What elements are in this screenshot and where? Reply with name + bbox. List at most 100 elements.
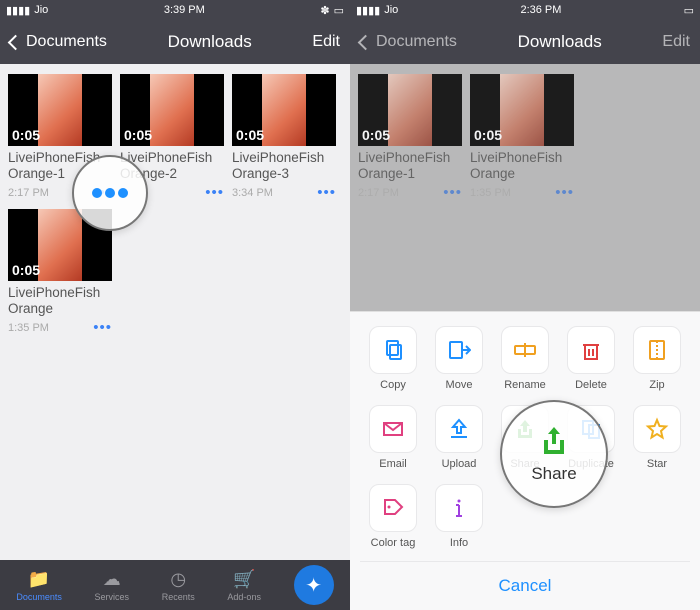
file-thumbnail: 0:05	[232, 74, 336, 146]
compass-button[interactable]: ✦	[294, 565, 334, 605]
file-name-label: LiveiPhoneFish Orange-1	[358, 150, 462, 182]
tab-label: Add-ons	[227, 592, 261, 602]
file-more-button[interactable]: •••	[317, 184, 336, 201]
duration-label: 0:05	[12, 127, 40, 143]
tab-recents[interactable]: ◷ Recents	[162, 569, 195, 602]
clock-label: 2:36 PM	[520, 4, 561, 16]
tab-services[interactable]: ☁ Services	[95, 569, 130, 602]
file-time-label: 2:17 PM	[8, 187, 49, 199]
action-label: Move	[446, 379, 473, 391]
action-info[interactable]: Info	[435, 484, 483, 549]
tab-label: Services	[95, 592, 130, 602]
file-thumbnail: 0:05	[358, 74, 462, 146]
action-label: Copy	[380, 379, 406, 391]
carrier-label: Jio	[34, 4, 48, 16]
action-label: Email	[379, 458, 407, 470]
file-card[interactable]: 0:05 LiveiPhoneFish Orange-3 3:34 PM•••	[232, 74, 336, 201]
action-rename[interactable]: Rename	[501, 326, 549, 391]
folder-icon: 📁	[28, 569, 50, 590]
delete-icon	[567, 326, 615, 374]
back-button[interactable]: Documents	[10, 33, 107, 51]
file-time-label: 2:17 PM	[358, 187, 399, 199]
file-time-label: 1:35 PM	[8, 322, 49, 334]
tab-addons[interactable]: 🛒 Add-ons	[227, 569, 261, 602]
tab-label: Recents	[162, 592, 195, 602]
upload-icon	[435, 405, 483, 453]
screen-left: ▮▮▮▮ Jio 3:39 PM ✽ ▭ Documents Downloads…	[0, 0, 350, 610]
tab-bar: 📁 Documents ☁ Services ◷ Recents 🛒 Add-ons ✦	[0, 560, 350, 610]
status-bar: ▮▮▮▮ Jio 2:36 PM ▭	[350, 0, 700, 20]
edit-button[interactable]: Edit	[662, 33, 690, 51]
file-grid: 0:05 LiveiPhoneFish Orange-1 2:17 PM••• …	[0, 64, 350, 346]
clock-icon: ◷	[170, 569, 186, 590]
tab-documents[interactable]: 📁 Documents	[16, 569, 62, 602]
file-more-button[interactable]: •••	[555, 184, 574, 201]
email-icon	[369, 405, 417, 453]
file-card[interactable]: 0:05 LiveiPhoneFish Orange 1:35 PM•••	[470, 74, 574, 201]
action-delete[interactable]: Delete	[567, 326, 615, 391]
status-bar: ▮▮▮▮ Jio 3:39 PM ✽ ▭	[0, 0, 350, 20]
duration-label: 0:05	[474, 127, 502, 143]
file-thumbnail: 0:05	[120, 74, 224, 146]
file-name-label: LiveiPhoneFish Orange	[8, 285, 112, 317]
action-move[interactable]: Move	[435, 326, 483, 391]
duration-label: 0:05	[362, 127, 390, 143]
action-label: Star	[647, 458, 667, 470]
action-label: Rename	[504, 379, 546, 391]
action-label: Delete	[575, 379, 607, 391]
cancel-button[interactable]: Cancel	[360, 561, 690, 610]
action-email[interactable]: Email	[369, 405, 417, 470]
color-tag-icon	[369, 484, 417, 532]
duration-label: 0:05	[12, 262, 40, 278]
action-upload[interactable]: Upload	[435, 405, 483, 470]
back-label: Documents	[376, 33, 457, 51]
rename-icon	[501, 326, 549, 374]
edit-button[interactable]: Edit	[312, 33, 340, 51]
star-icon	[633, 405, 681, 453]
action-color-tag[interactable]: Color tag	[369, 484, 417, 549]
duration-label: 0:05	[236, 127, 264, 143]
screen-right: ▮▮▮▮ Jio 2:36 PM ▭ Documents Downloads E…	[350, 0, 700, 610]
page-title: Downloads	[168, 32, 252, 52]
compass-icon: ✦	[305, 573, 322, 598]
nav-bar: Documents Downloads Edit	[350, 20, 700, 64]
copy-icon	[369, 326, 417, 374]
tab-label: Documents	[16, 592, 62, 602]
share-icon	[537, 424, 571, 458]
cloud-icon: ☁	[103, 569, 121, 590]
file-name-label: LiveiPhoneFish Orange	[470, 150, 574, 182]
battery-icon: ▭	[684, 4, 694, 17]
highlight-share-icon: Share	[500, 400, 608, 508]
signal-icon: ▮▮▮▮	[6, 4, 30, 17]
file-more-button[interactable]: •••	[443, 184, 462, 201]
action-label: Color tag	[371, 537, 416, 549]
action-label: Info	[450, 537, 468, 549]
file-card[interactable]: 0:05 LiveiPhoneFish Orange-1 2:17 PM •••	[358, 74, 462, 201]
highlight-more-icon	[72, 155, 148, 231]
battery-icon: ▭	[334, 4, 344, 17]
file-thumbnail: 0:05	[470, 74, 574, 146]
move-icon	[435, 326, 483, 374]
back-label: Documents	[26, 33, 107, 51]
chevron-left-icon	[8, 34, 24, 50]
back-button[interactable]: Documents	[360, 33, 457, 51]
action-label: Upload	[442, 458, 477, 470]
file-time-label: 3:34 PM	[232, 187, 273, 199]
action-zip[interactable]: Zip	[633, 326, 681, 391]
nav-bar: Documents Downloads Edit	[0, 20, 350, 64]
file-more-button[interactable]: •••	[205, 184, 224, 201]
highlight-label: Share	[531, 464, 576, 484]
page-title: Downloads	[518, 32, 602, 52]
cart-icon: 🛒	[233, 569, 255, 590]
clock-label: 3:39 PM	[164, 4, 205, 16]
chevron-left-icon	[358, 34, 374, 50]
bluetooth-icon: ✽	[320, 4, 329, 17]
file-grid: 0:05 LiveiPhoneFish Orange-1 2:17 PM••• …	[350, 64, 700, 211]
action-copy[interactable]: Copy	[369, 326, 417, 391]
carrier-label: Jio	[384, 4, 398, 16]
action-star[interactable]: Star	[633, 405, 681, 470]
more-dots-icon	[90, 186, 130, 200]
zip-icon	[633, 326, 681, 374]
info-icon	[435, 484, 483, 532]
file-more-button[interactable]: •••	[93, 319, 112, 336]
